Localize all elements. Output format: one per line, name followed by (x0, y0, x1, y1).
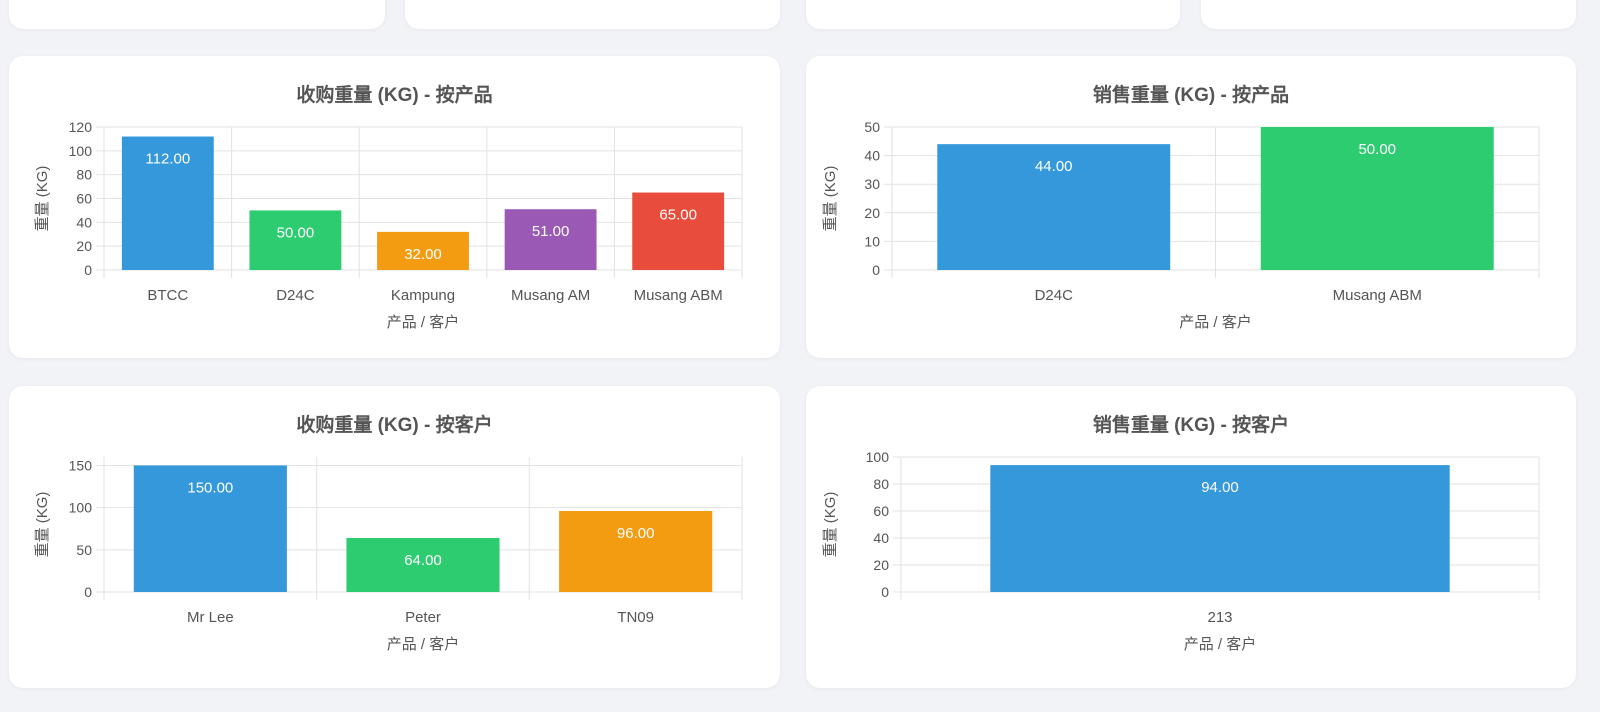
y-tick-label: 20 (873, 557, 889, 573)
data-label: 44.00 (1035, 158, 1073, 175)
y-tick-label: 0 (84, 584, 92, 600)
y-tick-label: 100 (69, 500, 93, 516)
data-label: 65.00 (659, 207, 697, 224)
summary-card-2 (405, 0, 780, 29)
purchase-by-customer-chart: 0 50 100 150 150.00 Mr Lee 64.00 Peter 96.00 TN09… (34, 457, 743, 653)
x-tick-label: Kampung (391, 287, 455, 304)
summary-card-4 (1201, 0, 1576, 29)
y-tick-label: 40 (873, 530, 889, 546)
x-tick-label: D24C (1035, 287, 1074, 304)
x-tick-label: 213 (1207, 609, 1232, 626)
y-tick-label: 100 (69, 143, 93, 159)
x-tick-label: Musang ABM (634, 287, 723, 304)
y-tick-label: 80 (76, 167, 92, 183)
y-tick-label: 150 (69, 457, 93, 473)
x-tick-label: Mr Lee (187, 609, 234, 626)
x-tick-label: D24C (276, 287, 315, 304)
y-tick-label: 20 (864, 205, 880, 221)
y-tick-label: 0 (872, 262, 880, 278)
y-tick-label: 100 (866, 449, 890, 465)
y-tick-label: 10 (864, 233, 880, 249)
y-tick-label: 60 (76, 191, 92, 207)
y-axis-label: 重量 (KG) (822, 492, 839, 558)
y-axis-label: 重量 (KG) (34, 166, 51, 232)
y-tick-label: 40 (76, 214, 92, 230)
x-tick-label: TN09 (617, 609, 654, 626)
x-axis-label: 产品 / 客户 (387, 636, 460, 653)
y-tick-label: 50 (864, 119, 880, 135)
data-label: 50.00 (1358, 141, 1396, 158)
sales-by-customer-card: 销售重量 (KG) - 按客户 0 20 40 60 80 100 94.00 213 产品 /… (806, 386, 1576, 688)
sales-by-customer-chart: 0 20 40 60 80 100 94.00 213 产品 / 客户 重量 (KG) (822, 449, 1540, 653)
bar (632, 192, 725, 270)
y-tick-label: 40 (864, 148, 880, 164)
y-tick-label: 30 (864, 176, 880, 192)
y-tick-label: 50 (76, 542, 92, 558)
sales-by-product-card: 销售重量 (KG) - 按产品 0 10 20 30 40 50 44.00 D24C 50.0… (806, 56, 1576, 358)
y-tick-label: 0 (84, 262, 92, 278)
y-tick-label: 0 (881, 584, 889, 600)
data-label: 50.00 (277, 224, 315, 241)
purchase-by-customer-card: 收购重量 (KG) - 按客户 0 50 100 150 150.00 Mr Lee 64.… (9, 386, 780, 688)
data-label: 51.00 (532, 223, 570, 240)
x-tick-label: Musang ABM (1333, 287, 1422, 304)
data-label: 64.00 (404, 552, 442, 569)
y-axis-label: 重量 (KG) (822, 166, 839, 232)
purchase-by-product-chart: 0 20 40 60 80 100 120 112.00 BTCC 50.00 D24C 32.00 K… (34, 119, 743, 331)
sales-by-product-chart: 0 10 20 30 40 50 44.00 D24C 50.00 Musang ABM 产品 / … (822, 119, 1540, 331)
x-axis-label: 产品 / 客户 (1179, 314, 1252, 331)
x-axis-label: 产品 / 客户 (1184, 636, 1257, 653)
data-label: 94.00 (1201, 479, 1239, 496)
x-axis-label: 产品 / 客户 (387, 314, 460, 331)
purchase-by-product-card: 收购重量 (KG) - 按产品 0 20 40 60 80 100 120 112.00 BTC… (9, 56, 780, 358)
x-tick-label: BTCC (147, 287, 188, 304)
y-axis-label: 重量 (KG) (34, 492, 51, 558)
data-label: 112.00 (145, 151, 190, 168)
y-tick-label: 60 (873, 503, 889, 519)
x-tick-label: Musang AM (511, 287, 590, 304)
data-label: 32.00 (404, 246, 442, 263)
y-tick-label: 120 (69, 119, 93, 135)
y-tick-label: 20 (76, 238, 92, 254)
summary-card-1 (9, 0, 385, 29)
data-label: 96.00 (617, 525, 655, 542)
x-tick-label: Peter (405, 609, 441, 626)
y-tick-label: 80 (873, 476, 889, 492)
summary-card-3 (806, 0, 1180, 29)
data-label: 150.00 (187, 479, 233, 496)
bar (559, 511, 713, 592)
